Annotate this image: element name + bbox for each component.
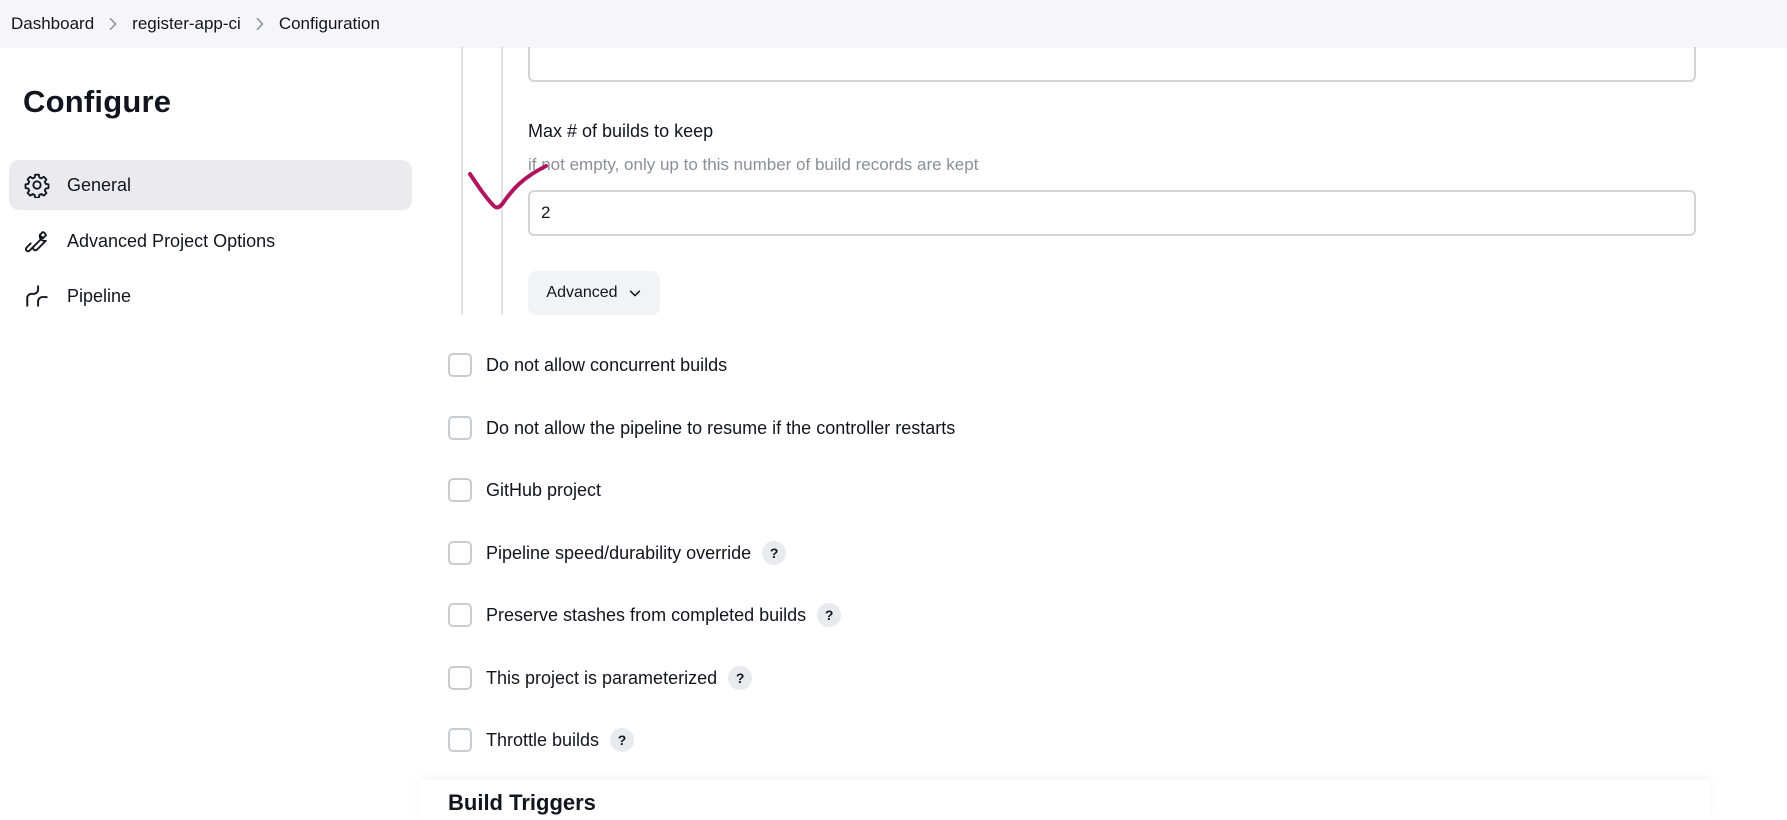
option-concurrent-builds: Do not allow concurrent builds [448, 350, 727, 380]
checkbox[interactable] [448, 541, 472, 565]
help-icon[interactable]: ? [610, 728, 635, 752]
advanced-button[interactable]: Advanced [528, 271, 660, 315]
option-label[interactable]: Do not allow concurrent builds [486, 355, 727, 376]
gear-icon [23, 171, 51, 199]
help-icon[interactable]: ? [762, 541, 787, 565]
max-builds-label: Max # of builds to keep [528, 121, 714, 141]
checkbox[interactable] [448, 353, 472, 377]
option-label[interactable]: GitHub project [486, 480, 601, 501]
sidebar-item-label: Pipeline [67, 285, 132, 306]
checkbox[interactable] [448, 728, 472, 752]
sidebar-item-label: Advanced Project Options [67, 230, 276, 251]
max-builds-input[interactable] [528, 190, 1696, 236]
help-icon[interactable]: ? [817, 603, 842, 627]
pipeline-icon [23, 282, 51, 310]
chevron-right-icon [241, 17, 279, 31]
section-heading: Build Triggers [448, 790, 596, 815]
checkbox[interactable] [448, 416, 472, 440]
breadcrumb: Dashboard register-app-ci Configuration [0, 0, 1787, 47]
sidebar-item-label: General [67, 174, 132, 195]
option-label[interactable]: Pipeline speed/durability override [486, 543, 751, 564]
build-triggers-section [420, 780, 1710, 820]
section-divider [501, 47, 503, 315]
sidebar-item-advanced-project-options[interactable]: Advanced Project Options [9, 216, 412, 266]
checkbox[interactable] [448, 666, 472, 690]
sidebar-item-pipeline[interactable]: Pipeline [9, 271, 412, 321]
option-parameterized: This project is parameterized ? [448, 663, 753, 693]
option-pipeline-resume: Do not allow the pipeline to resume if t… [448, 413, 955, 443]
advanced-button-label: Advanced [546, 284, 618, 301]
option-label[interactable]: This project is parameterized [486, 668, 717, 689]
option-preserve-stashes: Preserve stashes from completed builds ? [448, 600, 842, 630]
checkbox[interactable] [448, 603, 472, 627]
max-builds-description: if not empty, only up to this number of … [528, 155, 979, 174]
option-durability-override: Pipeline speed/durability override ? [448, 538, 787, 568]
option-label[interactable]: Do not allow the pipeline to resume if t… [486, 418, 955, 439]
option-label[interactable]: Throttle builds [486, 730, 599, 751]
chevron-right-icon [94, 17, 132, 31]
breadcrumb-dashboard[interactable]: Dashboard [11, 14, 94, 34]
breadcrumb-configuration[interactable]: Configuration [279, 14, 380, 34]
wrench-icon [23, 227, 51, 255]
breadcrumb-project[interactable]: register-app-ci [132, 14, 241, 34]
option-throttle-builds: Throttle builds ? [448, 725, 635, 755]
option-label[interactable]: Preserve stashes from completed builds [486, 605, 806, 626]
chevron-down-icon [629, 290, 640, 297]
page-title: Configure [23, 84, 172, 119]
checkbox[interactable] [448, 478, 472, 502]
option-github-project: GitHub project [448, 475, 601, 505]
section-divider [461, 47, 463, 315]
sidebar-item-general[interactable]: General [9, 160, 412, 210]
help-icon[interactable]: ? [728, 666, 753, 690]
